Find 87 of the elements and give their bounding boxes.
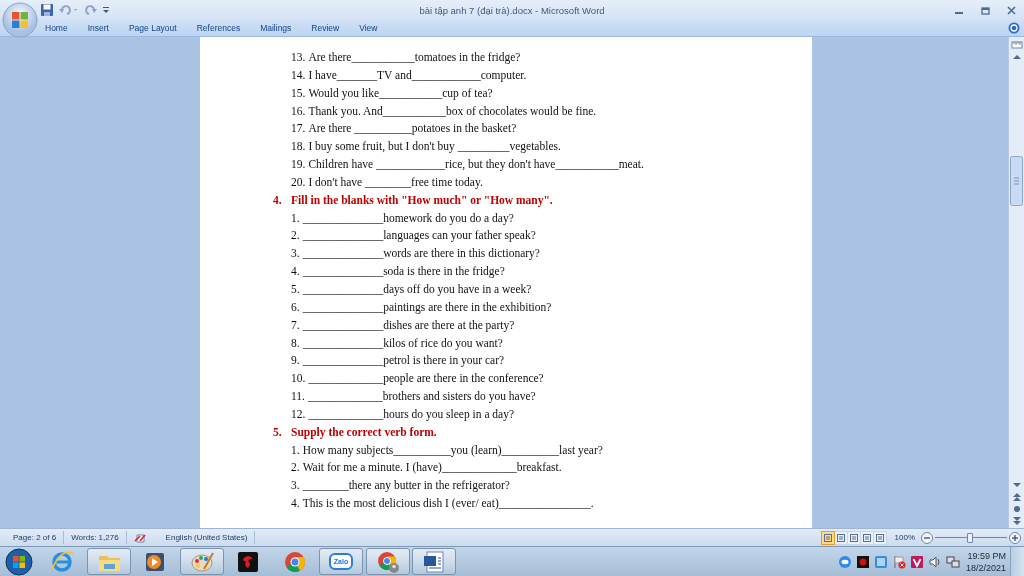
item-number: 19. bbox=[291, 157, 306, 173]
question-text: ______________languages can your father speak? bbox=[302, 228, 536, 244]
question-text: Are there___________tomatoes in the fridge? bbox=[308, 50, 521, 66]
question-text: ______________homework do you do a day? bbox=[302, 210, 514, 227]
slider-thumb[interactable] bbox=[966, 532, 973, 543]
question-text: _____________brothers and sisters do you have? bbox=[307, 389, 536, 405]
item-number: 3. bbox=[291, 246, 300, 262]
language[interactable]: English (United States) bbox=[165, 533, 248, 542]
question-text: Children have ____________rice, but they don't have___________meat. bbox=[308, 157, 644, 173]
section-heading: Fill in the blanks with "How much" or "How many". bbox=[291, 192, 553, 209]
game-icon[interactable] bbox=[855, 554, 870, 569]
section-number: 4. bbox=[273, 192, 283, 208]
item-number: 16. bbox=[291, 103, 306, 119]
ruler-icon[interactable] bbox=[1010, 40, 1023, 50]
ribbon-tab[interactable]: View bbox=[359, 23, 378, 33]
section-heading: Supply the correct verb form. bbox=[291, 424, 437, 441]
question-text: I buy some fruit, but I don't buy _________vegetables. bbox=[308, 139, 561, 155]
clock[interactable]: 19:59 PM 18/2/2021 bbox=[965, 549, 1006, 574]
item-number: 6. bbox=[291, 299, 300, 315]
question-text: _____________hours do you sleep in a day? bbox=[308, 406, 515, 423]
restore-icon bbox=[980, 5, 990, 15]
ribbon-tab[interactable]: Review bbox=[311, 23, 340, 33]
ribbon-tab[interactable]: References bbox=[196, 23, 241, 33]
item-number: 10. bbox=[291, 371, 306, 387]
question-text: ______________dishes are there at the party? bbox=[302, 317, 515, 334]
question-text: ______________kilos of rice do you want? bbox=[302, 335, 503, 352]
window-title: bài tập anh 7 (đại trà).docx - Microsoft Word bbox=[419, 4, 605, 16]
chat-icon[interactable] bbox=[837, 554, 852, 569]
question-text: _____________people are there in the conference? bbox=[308, 371, 544, 387]
item-number: 9. bbox=[291, 353, 300, 369]
close-icon bbox=[1006, 5, 1016, 15]
save-icon[interactable] bbox=[40, 3, 54, 17]
question-text: ________there any butter in the refrigerator? bbox=[302, 478, 510, 494]
zoom-slider[interactable] bbox=[935, 531, 1007, 544]
document-icon bbox=[421, 548, 447, 575]
item-number: 15. bbox=[291, 85, 306, 101]
help-icon[interactable] bbox=[1008, 22, 1020, 34]
item-number: 14. bbox=[291, 67, 306, 83]
item-number: 8. bbox=[291, 335, 300, 351]
ribbon-tab[interactable]: Home bbox=[45, 23, 68, 33]
flag-icon[interactable] bbox=[891, 554, 906, 569]
item-number: 3. bbox=[291, 478, 300, 494]
scrollbar-thumb[interactable] bbox=[1010, 156, 1023, 206]
customize-icon[interactable] bbox=[102, 4, 110, 16]
question-text: This is the most delicious dish I (ever/ eat)________________. bbox=[302, 496, 594, 512]
zoom-in-button[interactable] bbox=[1009, 531, 1021, 544]
plus-icon bbox=[1012, 534, 1018, 541]
item-number: 20. bbox=[291, 174, 306, 190]
question-text: I don't have ________free time today. bbox=[308, 174, 483, 191]
item-number: 4. bbox=[291, 496, 300, 512]
item-number: 1. bbox=[291, 210, 300, 226]
item-number: 17. bbox=[291, 121, 306, 137]
question-text: Are there __________potatoes in the basket? bbox=[308, 121, 517, 137]
taskbar-button[interactable] bbox=[412, 548, 456, 575]
item-number: 5. bbox=[291, 281, 300, 297]
item-number: 7. bbox=[291, 317, 300, 333]
question-text: How many subjects__________you (learn)__________last year? bbox=[302, 442, 603, 459]
item-number: 2. bbox=[291, 228, 300, 244]
section-number: 5. bbox=[273, 424, 283, 440]
item-number: 13. bbox=[291, 50, 306, 65]
item-number: 4. bbox=[291, 264, 300, 280]
question-text: I have_______TV and____________computer. bbox=[308, 67, 527, 84]
question-text: Wait for me a minute. I (have)_____________breakfast. bbox=[302, 460, 562, 476]
item-number: 2. bbox=[291, 460, 300, 476]
question-text: ______________days off do you have in a week? bbox=[302, 281, 532, 298]
word-count[interactable]: Words: 1,276 bbox=[71, 533, 119, 542]
zoom-level[interactable]: 100% bbox=[894, 533, 915, 542]
speaker-icon[interactable] bbox=[927, 554, 942, 569]
start-button[interactable] bbox=[4, 547, 34, 576]
question-text: Would you like___________cup of tea? bbox=[308, 85, 493, 102]
proofing-icon[interactable] bbox=[133, 531, 148, 544]
ribbon-tab[interactable]: Insert bbox=[87, 23, 109, 33]
question-text: ______________words are there in this dictionary? bbox=[302, 246, 540, 262]
ribbon-tab[interactable]: Mailings bbox=[260, 23, 292, 33]
page-count[interactable]: Page: 2 of 6 bbox=[13, 533, 57, 542]
item-number: 11. bbox=[291, 389, 305, 405]
question-text: ______________petrol is there in your car? bbox=[302, 353, 505, 369]
ribbon-tab[interactable]: Page Layout bbox=[128, 23, 177, 33]
minus-icon bbox=[924, 534, 930, 541]
item-number: 1. bbox=[291, 442, 300, 458]
zoom-out-button[interactable] bbox=[921, 531, 933, 544]
question-text: ______________paintings are there in the exhibition? bbox=[302, 299, 552, 316]
question-text: ______________soda is there in the fridge? bbox=[302, 264, 505, 280]
item-number: 12. bbox=[291, 406, 306, 422]
network-icon[interactable] bbox=[945, 554, 960, 569]
question-text: Thank you. And___________box of chocolates would be fine. bbox=[308, 103, 597, 120]
item-number: 18. bbox=[291, 139, 306, 155]
